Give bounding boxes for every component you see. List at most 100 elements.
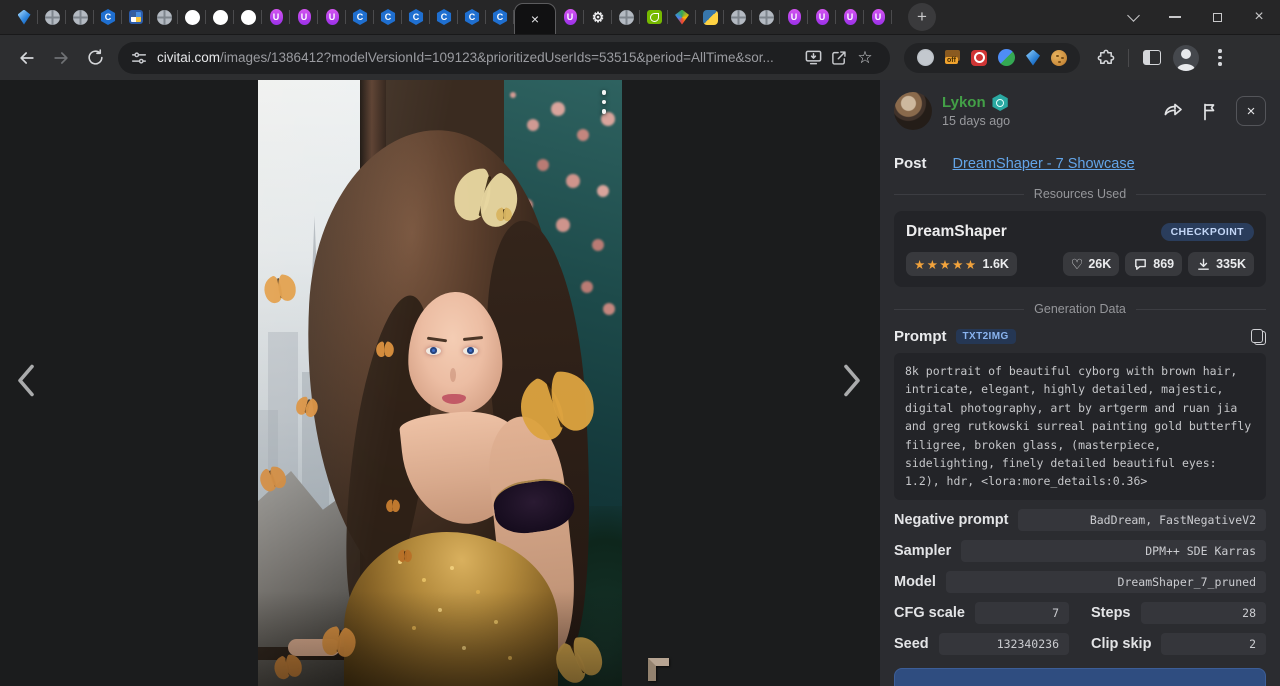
- tab-python[interactable]: [696, 0, 724, 34]
- likes-pill[interactable]: ♡ 26K: [1063, 252, 1120, 276]
- tab-ushield[interactable]: U: [780, 0, 808, 34]
- tab-grid[interactable]: [122, 0, 150, 34]
- tab-globe[interactable]: [38, 0, 66, 34]
- new-tab-button[interactable]: +: [908, 3, 936, 31]
- extension-blue-diamond-icon[interactable]: [1026, 50, 1040, 66]
- tab-civitai[interactable]: C: [430, 0, 458, 34]
- forward-button[interactable]: [44, 41, 78, 75]
- report-button[interactable]: [1200, 101, 1220, 122]
- tab-civitai[interactable]: C: [94, 0, 122, 34]
- tab-close-icon[interactable]: ×: [531, 12, 539, 26]
- tab-github[interactable]: [178, 0, 206, 34]
- globe-favicon-icon: [45, 10, 60, 25]
- reload-icon: [86, 48, 105, 67]
- resource-stats: ★★★★★ 1.6K ♡ 26K 869 335K: [906, 252, 1254, 276]
- image-viewer: [0, 80, 880, 686]
- tab-globe[interactable]: [724, 0, 752, 34]
- tab-civitai[interactable]: C: [458, 0, 486, 34]
- prompt-text[interactable]: 8k portrait of beautiful cyborg with bro…: [894, 353, 1266, 500]
- user-avatar[interactable]: [894, 92, 932, 130]
- resource-type-badge[interactable]: CHECKPOINT: [1161, 223, 1254, 241]
- username-link[interactable]: Lykon: [942, 94, 986, 111]
- extensions-menu-button[interactable]: [1088, 41, 1122, 75]
- tab-gem[interactable]: [10, 0, 38, 34]
- section-generation: Generation Data: [894, 302, 1266, 316]
- viewed-image[interactable]: [258, 80, 622, 686]
- param-row: Negative prompt BadDream, FastNegativeV2: [894, 509, 1266, 531]
- tab-nvidia[interactable]: [640, 0, 668, 34]
- install-app-button[interactable]: [800, 45, 826, 71]
- close-panel-button[interactable]: ×: [1236, 96, 1266, 126]
- param-value[interactable]: BadDream, FastNegativeV2: [1018, 509, 1266, 531]
- copy-icon[interactable]: [1251, 329, 1266, 345]
- param-value[interactable]: 2: [1161, 633, 1266, 655]
- tab-globe[interactable]: [150, 0, 178, 34]
- address-bar[interactable]: civitai.com/images/1386412?modelVersionI…: [118, 42, 890, 74]
- browser-menu-button[interactable]: [1203, 41, 1237, 75]
- param-label: Model: [894, 574, 936, 590]
- resource-name[interactable]: DreamShaper: [906, 223, 1007, 241]
- tab-civitai[interactable]: C: [486, 0, 514, 34]
- extension-red-ring-icon[interactable]: [971, 50, 987, 66]
- ushield-favicon-icon: U: [564, 9, 577, 25]
- param-value[interactable]: 132340236: [939, 633, 1069, 655]
- minimize-button[interactable]: [1154, 0, 1196, 34]
- maximize-button[interactable]: [1196, 0, 1238, 34]
- tab-gear[interactable]: [584, 0, 612, 34]
- param-value[interactable]: 7: [975, 602, 1069, 624]
- globe-favicon-icon: [73, 10, 88, 25]
- tab-civitai[interactable]: C: [374, 0, 402, 34]
- extension-cookie-icon[interactable]: [1051, 50, 1067, 66]
- tab-ushield[interactable]: U: [836, 0, 864, 34]
- profile-button[interactable]: [1169, 41, 1203, 75]
- tab-ushield[interactable]: U: [556, 0, 584, 34]
- bookmark-button[interactable]: ☆: [852, 45, 878, 71]
- tab-civitai[interactable]: C: [346, 0, 374, 34]
- side-panel-icon: [1143, 50, 1161, 65]
- back-button[interactable]: [10, 41, 44, 75]
- extension-translate-icon[interactable]: [998, 49, 1015, 66]
- tab-ushield[interactable]: U: [318, 0, 346, 34]
- extension-globe-icon[interactable]: [917, 49, 934, 66]
- param-value[interactable]: DreamShaper_7_pruned: [946, 571, 1266, 593]
- tab-prism[interactable]: [668, 0, 696, 34]
- param-label: Seed: [894, 636, 929, 652]
- param-row: Clip skip 2: [1091, 633, 1266, 655]
- rating-pill[interactable]: ★★★★★ 1.6K: [906, 252, 1017, 276]
- share-page-button[interactable]: [826, 45, 852, 71]
- copy-generation-data-button[interactable]: [894, 668, 1266, 686]
- site-info-icon[interactable]: [130, 49, 148, 67]
- tab-ushield[interactable]: U: [808, 0, 836, 34]
- tab-ushield[interactable]: U: [262, 0, 290, 34]
- tab-ushield[interactable]: U: [290, 0, 318, 34]
- resources-used-title: Resources Used: [1034, 187, 1126, 201]
- ushield-favicon-icon: U: [788, 9, 801, 25]
- tab-civitai[interactable]: C: [402, 0, 430, 34]
- resource-card[interactable]: DreamShaper CHECKPOINT ★★★★★ 1.6K ♡ 26K: [894, 211, 1266, 287]
- image-options-button[interactable]: [602, 90, 607, 114]
- active-tab[interactable]: ×: [514, 3, 556, 34]
- tab-search-button[interactable]: [1112, 0, 1154, 34]
- comments-pill[interactable]: 869: [1125, 252, 1182, 276]
- post-link[interactable]: DreamShaper - 7 Showcase: [953, 156, 1135, 172]
- url-host: civitai.com: [157, 50, 220, 65]
- reload-button[interactable]: [78, 41, 112, 75]
- python-favicon-icon: [703, 10, 718, 25]
- share-button[interactable]: [1162, 101, 1184, 121]
- tab-globe[interactable]: [752, 0, 780, 34]
- extension-off-badge-icon[interactable]: off: [945, 50, 960, 61]
- tab-globe[interactable]: [612, 0, 640, 34]
- param-value[interactable]: DPM++ SDE Karras: [961, 540, 1266, 562]
- window-close-button[interactable]: ×: [1238, 0, 1280, 34]
- ushield-favicon-icon: U: [270, 9, 283, 25]
- tab-github[interactable]: [234, 0, 262, 34]
- param-value[interactable]: 28: [1141, 602, 1267, 624]
- next-image-button[interactable]: [836, 358, 868, 409]
- prev-image-button[interactable]: [10, 358, 42, 409]
- side-panel-button[interactable]: [1135, 41, 1169, 75]
- tab-github[interactable]: [206, 0, 234, 34]
- downloads-pill[interactable]: 335K: [1188, 252, 1254, 276]
- tab-ushield[interactable]: U: [864, 0, 892, 34]
- back-icon: [17, 48, 37, 68]
- tab-globe[interactable]: [66, 0, 94, 34]
